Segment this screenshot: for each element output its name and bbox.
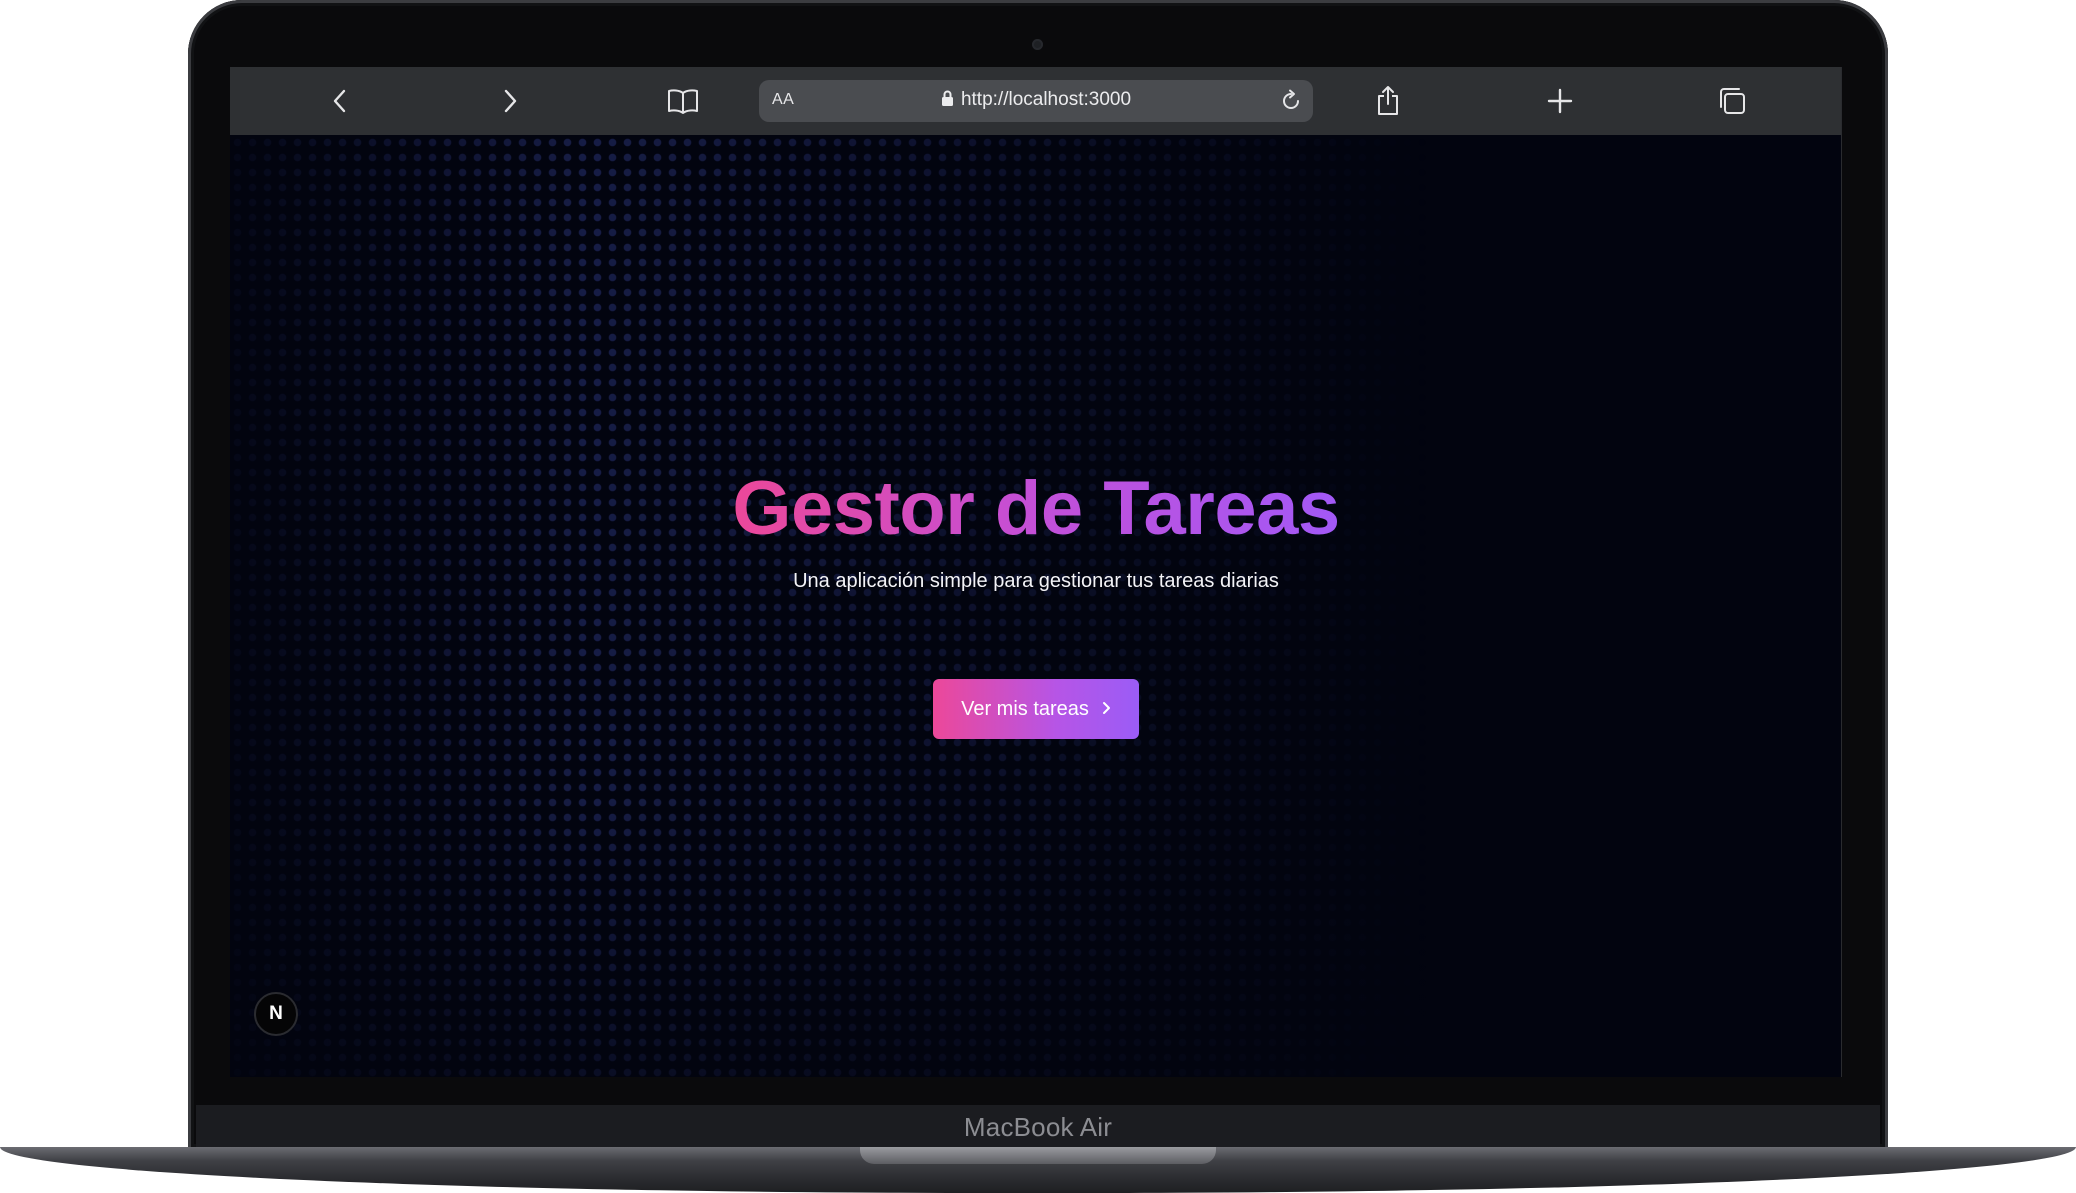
reload-icon[interactable] [1275,85,1307,117]
web-page: Gestor de Tareas Una aplicación simple p… [230,135,1842,1077]
page-title: Gestor de Tareas [230,465,1842,552]
webcam [1032,39,1043,50]
chevron-right-icon[interactable] [490,81,530,121]
laptop-hinge-notch [860,1147,1216,1164]
device-label: MacBook Air [963,1112,1113,1142]
plus-icon[interactable] [1540,81,1580,121]
share-icon[interactable] [1368,81,1408,121]
page-title-text: Gestor de Tareas [732,466,1340,551]
url-display[interactable]: http://localhost:3000 [759,89,1313,113]
view-tasks-label: Ver mis tareas [961,697,1089,720]
chevron-right-icon [1101,698,1111,721]
view-tasks-button[interactable]: Ver mis tareas [933,679,1139,739]
laptop-screen: AA http://localhost:3000 Gestor de Tarea… [230,67,1842,1077]
book-icon[interactable] [663,81,703,121]
background-fade [230,135,1842,1077]
browser-toolbar: AA http://localhost:3000 [230,67,1842,135]
address-bar[interactable]: AA http://localhost:3000 [759,80,1313,122]
lock-icon [941,90,954,113]
chevron-left-icon[interactable] [320,81,360,121]
dev-badge-letter: N [269,1003,283,1024]
nextjs-dev-badge[interactable]: N [254,992,298,1036]
page-subtitle: Una aplicación simple para gestionar tus… [793,570,1279,592]
tabs-overview-icon[interactable] [1712,81,1752,121]
laptop-mockup: AA http://localhost:3000 Gestor de Tarea… [0,0,2076,1193]
screen-edge [1841,67,1842,1077]
url-text: http://localhost:3000 [960,89,1132,110]
